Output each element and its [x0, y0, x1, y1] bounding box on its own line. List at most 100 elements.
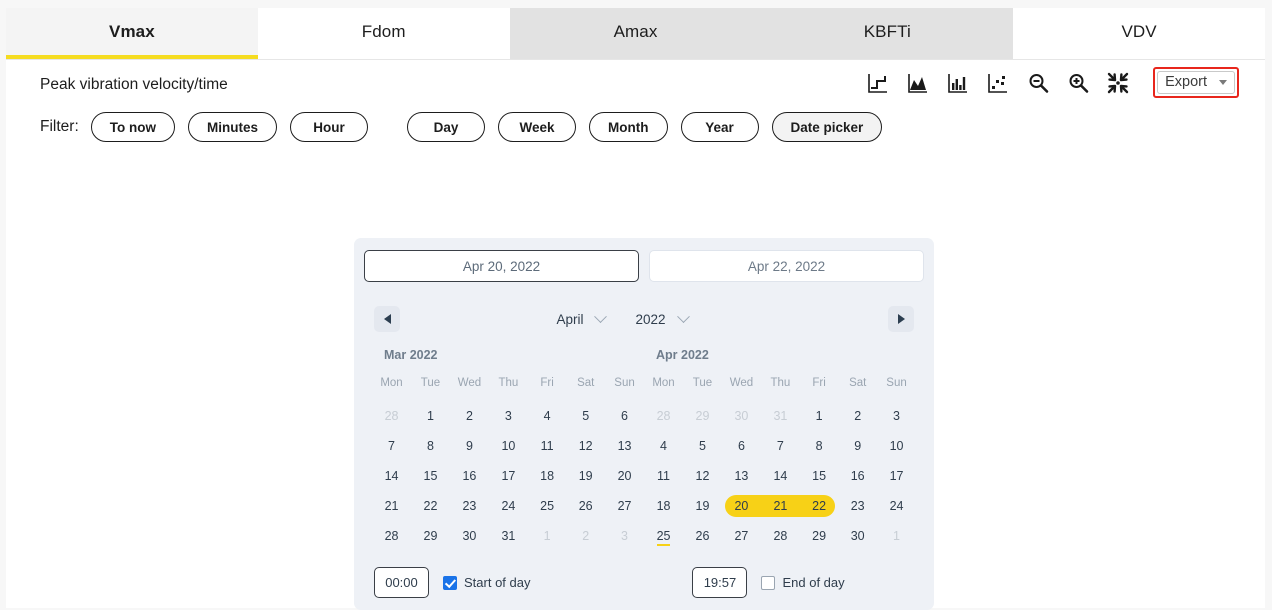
tab-amax[interactable]: Amax	[510, 8, 762, 59]
tab-vmax[interactable]: Vmax	[6, 8, 258, 59]
calendar-day-cell[interactable]: 4	[644, 431, 683, 461]
calendar-day-cell[interactable]: 24	[489, 491, 528, 521]
start-of-day-checkbox[interactable]: Start of day	[443, 575, 530, 590]
calendar-day-cell[interactable]: 28	[761, 521, 800, 551]
area-chart-icon[interactable]	[905, 70, 931, 96]
calendar-day-cell[interactable]: 12	[683, 461, 722, 491]
calendar-day-cell[interactable]: 7	[761, 431, 800, 461]
calendar-day-cell[interactable]: 28	[644, 401, 683, 431]
calendar-day-cell[interactable]: 3	[877, 401, 916, 431]
filter-month[interactable]: Month	[589, 112, 667, 142]
tab-vdv[interactable]: VDV	[1013, 8, 1265, 59]
calendar-day-cell[interactable]: 15	[411, 461, 450, 491]
calendar-day-cell[interactable]: 30	[450, 521, 489, 551]
scatter-chart-icon[interactable]	[985, 70, 1011, 96]
calendar-day-cell[interactable]: 29	[411, 521, 450, 551]
calendar-day-cell[interactable]: 21	[372, 491, 411, 521]
calendar-day-cell[interactable]: 2	[450, 401, 489, 431]
calendar-day-cell[interactable]: 1	[800, 401, 839, 431]
year-select[interactable]: 2022	[635, 312, 687, 327]
start-time-input[interactable]: 00:00	[374, 567, 429, 598]
calendar-day-cell[interactable]: 9	[450, 431, 489, 461]
end-time-input[interactable]: 19:57	[692, 567, 747, 598]
range-end-input[interactable]: Apr 22, 2022	[649, 250, 924, 282]
tab-kbfti[interactable]: KBFTi	[761, 8, 1013, 59]
calendar-day-cell[interactable]: 11	[528, 431, 567, 461]
range-start-input[interactable]: Apr 20, 2022	[364, 250, 639, 282]
calendar-day-cell[interactable]: 13	[605, 431, 644, 461]
calendar-day-cell[interactable]: 22	[411, 491, 450, 521]
calendar-day-cell[interactable]: 1	[411, 401, 450, 431]
month-select[interactable]: April	[556, 312, 605, 327]
calendar-day-cell[interactable]: 20	[722, 491, 761, 521]
prev-month-button[interactable]	[374, 306, 400, 332]
calendar-day-cell[interactable]: 24	[877, 491, 916, 521]
filter-week[interactable]: Week	[498, 112, 576, 142]
calendar-day-cell[interactable]: 16	[838, 461, 877, 491]
calendar-day-cell[interactable]: 2	[838, 401, 877, 431]
calendar-day-cell[interactable]: 14	[761, 461, 800, 491]
calendar-day-cell[interactable]: 17	[489, 461, 528, 491]
calendar-day-cell[interactable]: 5	[683, 431, 722, 461]
calendar-day-cell[interactable]: 2	[566, 521, 605, 551]
zoom-out-icon[interactable]	[1025, 70, 1051, 96]
calendar-day-cell[interactable]: 25	[528, 491, 567, 521]
step-chart-icon[interactable]	[865, 70, 891, 96]
end-of-day-checkbox[interactable]: End of day	[761, 575, 844, 590]
zoom-in-icon[interactable]	[1065, 70, 1091, 96]
calendar-day-cell[interactable]: 3	[489, 401, 528, 431]
calendar-day-cell[interactable]: 28	[372, 521, 411, 551]
calendar-day-cell[interactable]: 31	[761, 401, 800, 431]
calendar-day-cell[interactable]: 31	[489, 521, 528, 551]
calendar-day-cell[interactable]: 26	[566, 491, 605, 521]
calendar-day-cell[interactable]: 28	[372, 401, 411, 431]
calendar-day-cell[interactable]: 25	[644, 521, 683, 551]
calendar-day-cell[interactable]: 16	[450, 461, 489, 491]
calendar-day-cell[interactable]: 10	[489, 431, 528, 461]
next-month-button[interactable]	[888, 306, 914, 332]
calendar-day-cell[interactable]: 7	[372, 431, 411, 461]
calendar-day-cell[interactable]: 8	[800, 431, 839, 461]
calendar-day-cell[interactable]: 26	[683, 521, 722, 551]
calendar-day-cell[interactable]: 19	[566, 461, 605, 491]
filter-to-now[interactable]: To now	[91, 112, 175, 142]
filter-hour[interactable]: Hour	[290, 112, 368, 142]
calendar-day-cell[interactable]: 10	[877, 431, 916, 461]
calendar-day-cell[interactable]: 1	[877, 521, 916, 551]
calendar-day-cell[interactable]: 17	[877, 461, 916, 491]
calendar-day-cell[interactable]: 6	[605, 401, 644, 431]
calendar-day-cell[interactable]: 21	[761, 491, 800, 521]
fit-to-screen-icon[interactable]	[1105, 70, 1131, 96]
calendar-day-cell[interactable]: 30	[838, 521, 877, 551]
calendar-day-cell[interactable]: 14	[372, 461, 411, 491]
calendar-day-cell[interactable]: 11	[644, 461, 683, 491]
checkbox-box[interactable]	[761, 576, 775, 590]
calendar-day-cell[interactable]: 22	[800, 491, 839, 521]
filter-day[interactable]: Day	[407, 112, 485, 142]
calendar-day-cell[interactable]: 27	[605, 491, 644, 521]
bar-chart-icon[interactable]	[945, 70, 971, 96]
calendar-day-cell[interactable]: 30	[722, 401, 761, 431]
filter-minutes[interactable]: Minutes	[188, 112, 277, 142]
calendar-day-cell[interactable]: 23	[838, 491, 877, 521]
calendar-day-cell[interactable]: 15	[800, 461, 839, 491]
calendar-day-cell[interactable]: 1	[528, 521, 567, 551]
calendar-day-cell[interactable]: 27	[722, 521, 761, 551]
calendar-day-cell[interactable]: 23	[450, 491, 489, 521]
calendar-day-cell[interactable]: 19	[683, 491, 722, 521]
calendar-day-cell[interactable]: 6	[722, 431, 761, 461]
calendar-day-cell[interactable]: 12	[566, 431, 605, 461]
export-button[interactable]: Export	[1157, 71, 1235, 94]
tab-fdom[interactable]: Fdom	[258, 8, 510, 59]
calendar-day-cell[interactable]: 3	[605, 521, 644, 551]
calendar-day-cell[interactable]: 20	[605, 461, 644, 491]
calendar-day-cell[interactable]: 13	[722, 461, 761, 491]
checkbox-box[interactable]	[443, 576, 457, 590]
filter-year[interactable]: Year	[681, 112, 759, 142]
filter-date-picker[interactable]: Date picker	[772, 112, 883, 142]
calendar-day-cell[interactable]: 8	[411, 431, 450, 461]
calendar-day-cell[interactable]: 9	[838, 431, 877, 461]
calendar-day-cell[interactable]: 29	[683, 401, 722, 431]
calendar-day-cell[interactable]: 18	[644, 491, 683, 521]
calendar-day-cell[interactable]: 29	[800, 521, 839, 551]
